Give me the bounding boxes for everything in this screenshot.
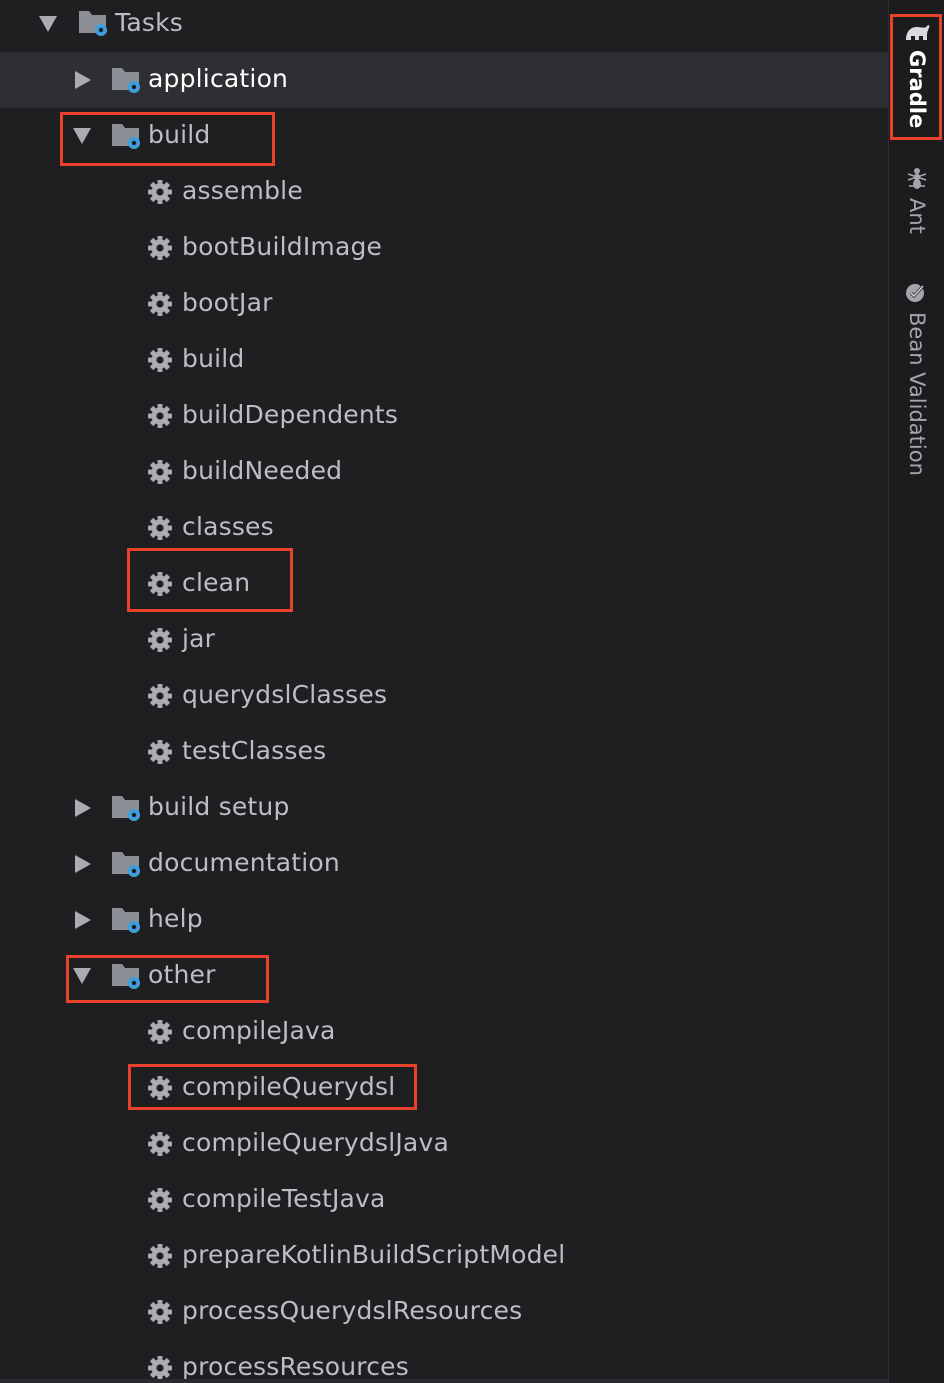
tree-task-processquerydslresources[interactable]: processQuerydslResources xyxy=(0,1284,888,1340)
tree-task-testclasses[interactable]: testClasses xyxy=(0,724,888,780)
tree-node-group-build-setup[interactable]: build setup xyxy=(0,780,888,836)
tree-node-label: Tasks xyxy=(115,8,183,37)
tree-node-label: help xyxy=(148,904,203,933)
gear-icon xyxy=(148,236,172,260)
tool-window-sidebar: Gradle Ant Bean Validation xyxy=(888,0,944,1383)
task-label: classes xyxy=(182,512,274,541)
gear-icon xyxy=(148,404,172,428)
task-label: processResources xyxy=(182,1352,409,1381)
gear-icon xyxy=(148,740,172,764)
tree-node-label: documentation xyxy=(148,848,340,877)
tree-task-jar[interactable]: jar xyxy=(0,612,888,668)
task-label: compileJava xyxy=(182,1016,336,1045)
tree-task-processresources[interactable]: processResources xyxy=(0,1340,888,1383)
task-label: jar xyxy=(182,624,216,653)
task-label: compileQuerydslJava xyxy=(182,1128,449,1157)
gear-icon xyxy=(148,180,172,204)
task-label: buildNeeded xyxy=(182,456,343,485)
highlight-box-gradle-tab xyxy=(890,14,942,140)
gear-icon xyxy=(148,516,172,540)
tree-node-tasks[interactable]: Tasks xyxy=(0,0,888,52)
highlight-box-other xyxy=(66,955,269,1003)
tree-node-group-documentation[interactable]: documentation xyxy=(0,836,888,892)
task-label: assemble xyxy=(182,176,303,205)
tree-task-compiletestjava[interactable]: compileTestJava xyxy=(0,1172,888,1228)
tree-task-build[interactable]: build xyxy=(0,332,888,388)
tree-task-assemble[interactable]: assemble xyxy=(0,164,888,220)
ant-icon xyxy=(907,168,927,189)
bean-validation-icon xyxy=(906,284,925,302)
gear-icon xyxy=(148,1244,172,1268)
highlight-box-build xyxy=(60,112,275,166)
tree-node-group-help[interactable]: help xyxy=(0,892,888,948)
tab-label: Ant xyxy=(905,198,929,234)
tree-task-querydslclasses[interactable]: querydslClasses xyxy=(0,668,888,724)
tree-node-label: application xyxy=(148,64,289,93)
chevron-right-icon[interactable] xyxy=(75,71,91,89)
tab-bean-validation[interactable]: Bean Validation xyxy=(889,280,944,476)
gear-icon xyxy=(148,684,172,708)
gear-icon xyxy=(148,1356,172,1380)
task-label: testClasses xyxy=(182,736,327,765)
folder-gear-icon xyxy=(112,796,140,821)
gear-icon xyxy=(148,292,172,316)
tree-task-bootjar[interactable]: bootJar xyxy=(0,276,888,332)
chevron-right-icon[interactable] xyxy=(75,855,91,873)
task-label: querydslClasses xyxy=(182,680,388,709)
gear-icon xyxy=(148,1132,172,1156)
tree-task-preparekotlinbuildscriptmodel[interactable]: prepareKotlinBuildScriptModel xyxy=(0,1228,888,1284)
task-label: compileTestJava xyxy=(182,1184,386,1213)
gradle-task-tree: Tasks application build assemble bootBui… xyxy=(0,0,888,1383)
gear-icon xyxy=(148,1300,172,1324)
folder-gear-icon xyxy=(112,908,140,933)
tree-task-bootbuildimage[interactable]: bootBuildImage xyxy=(0,220,888,276)
folder-gear-icon xyxy=(112,68,140,93)
tree-task-compilejava[interactable]: compileJava xyxy=(0,1004,888,1060)
folder-gear-icon xyxy=(112,852,140,877)
chevron-down-icon[interactable] xyxy=(39,16,57,32)
gear-icon xyxy=(148,628,172,652)
chevron-right-icon[interactable] xyxy=(75,911,91,929)
highlight-box-compilequerydsl xyxy=(128,1064,417,1110)
task-label: buildDependents xyxy=(182,400,399,429)
tree-task-buildneeded[interactable]: buildNeeded xyxy=(0,444,888,500)
gear-icon xyxy=(148,1020,172,1044)
task-label: processQuerydslResources xyxy=(182,1296,523,1325)
tab-label: Bean Validation xyxy=(905,312,929,476)
tab-ant[interactable]: Ant xyxy=(889,166,944,234)
task-label: prepareKotlinBuildScriptModel xyxy=(182,1240,566,1269)
tree-node-group-application[interactable]: application xyxy=(0,52,888,108)
horizontal-scrollbar[interactable] xyxy=(0,1379,888,1383)
task-label: build xyxy=(182,344,245,373)
tree-task-builddependents[interactable]: buildDependents xyxy=(0,388,888,444)
highlight-box-clean xyxy=(127,548,293,612)
task-label: bootBuildImage xyxy=(182,232,383,261)
task-label: bootJar xyxy=(182,288,273,317)
chevron-right-icon[interactable] xyxy=(75,799,91,817)
gear-icon xyxy=(148,1188,172,1212)
gear-icon xyxy=(148,460,172,484)
folder-gear-icon xyxy=(79,11,107,36)
tree-task-compilequerydsljava[interactable]: compileQuerydslJava xyxy=(0,1116,888,1172)
tree-node-label: build setup xyxy=(148,792,290,821)
gear-icon xyxy=(148,348,172,372)
